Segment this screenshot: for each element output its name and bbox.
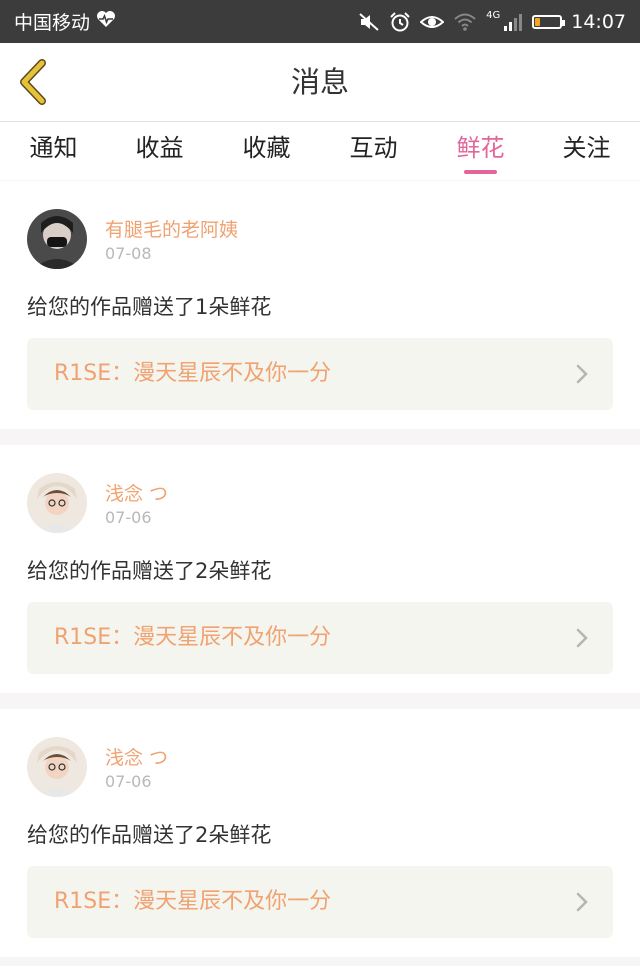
message-date: 07-08 xyxy=(105,244,152,263)
tab-label: 鲜花 xyxy=(456,134,505,162)
clock: 14:07 xyxy=(571,10,626,33)
message-text: 给您的作品赠送了2朵鲜花 xyxy=(27,559,272,583)
message-text: 给您的作品赠送了2朵鲜花 xyxy=(27,823,272,847)
tab-label: 互动 xyxy=(349,134,398,162)
active-tab-indicator xyxy=(464,170,497,174)
sender-name[interactable]: 浅念 つ xyxy=(105,479,168,506)
tab-label: 收益 xyxy=(135,134,184,162)
work-link[interactable]: R1SE：漫天星辰不及你一分 xyxy=(27,602,613,674)
mute-icon xyxy=(358,11,380,33)
alarm-icon xyxy=(389,11,411,33)
message-date: 07-06 xyxy=(105,772,152,791)
avatar[interactable] xyxy=(27,737,87,797)
message-text: 给您的作品赠送了1朵鲜花 xyxy=(27,295,272,319)
chevron-right-icon xyxy=(576,628,588,648)
tab-favorites[interactable]: 收藏 xyxy=(213,122,320,180)
avatar[interactable] xyxy=(27,209,87,269)
message-card: 有腿毛的老阿姨 07-08 给您的作品赠送了1朵鲜花 R1SE：漫天星辰不及你一… xyxy=(0,181,640,429)
battery-icon xyxy=(532,14,566,29)
message-date: 07-06 xyxy=(105,508,152,527)
chevron-right-icon xyxy=(576,364,588,384)
message-card: 浅念 つ 07-06 给您的作品赠送了2朵鲜花 R1SE：漫天星辰不及你一分 xyxy=(0,709,640,957)
tab-label: 收藏 xyxy=(242,134,291,162)
tab-interactions[interactable]: 互动 xyxy=(320,122,427,180)
wifi-icon xyxy=(453,12,477,32)
nav-header: 消息 xyxy=(0,43,640,122)
tab-following[interactable]: 关注 xyxy=(533,122,640,180)
tab-earnings[interactable]: 收益 xyxy=(106,122,213,180)
signal-icon xyxy=(503,12,523,32)
status-right: 4G 14:07 xyxy=(358,0,626,43)
tab-label: 关注 xyxy=(562,134,611,162)
tab-flowers[interactable]: 鲜花 xyxy=(427,122,534,180)
tab-bar: 通知 收益 收藏 互动 鲜花 关注 xyxy=(0,122,640,180)
status-bar: 中国移动 4G 14:07 xyxy=(0,0,640,43)
network-type: 4G xyxy=(486,10,501,21)
tab-label: 通知 xyxy=(29,134,78,162)
sender-name[interactable]: 浅念 つ xyxy=(105,743,168,770)
carrier-name: 中国移动 xyxy=(14,12,91,34)
work-title: R1SE：漫天星辰不及你一分 xyxy=(54,625,332,650)
chevron-right-icon xyxy=(576,892,588,912)
heart-monitor-icon xyxy=(96,10,116,33)
tab-notifications[interactable]: 通知 xyxy=(0,122,107,180)
message-card: 浅念 つ 07-06 给您的作品赠送了2朵鲜花 R1SE：漫天星辰不及你一分 xyxy=(0,445,640,693)
work-link[interactable]: R1SE：漫天星辰不及你一分 xyxy=(27,338,613,410)
work-link[interactable]: R1SE：漫天星辰不及你一分 xyxy=(27,866,613,938)
battery-level xyxy=(535,17,541,26)
work-title: R1SE：漫天星辰不及你一分 xyxy=(54,361,332,386)
avatar[interactable] xyxy=(27,473,87,533)
eye-icon xyxy=(420,13,445,31)
status-left: 中国移动 xyxy=(14,0,116,43)
sender-name[interactable]: 有腿毛的老阿姨 xyxy=(105,215,238,242)
page-title: 消息 xyxy=(290,65,349,99)
work-title: R1SE：漫天星辰不及你一分 xyxy=(54,889,332,914)
